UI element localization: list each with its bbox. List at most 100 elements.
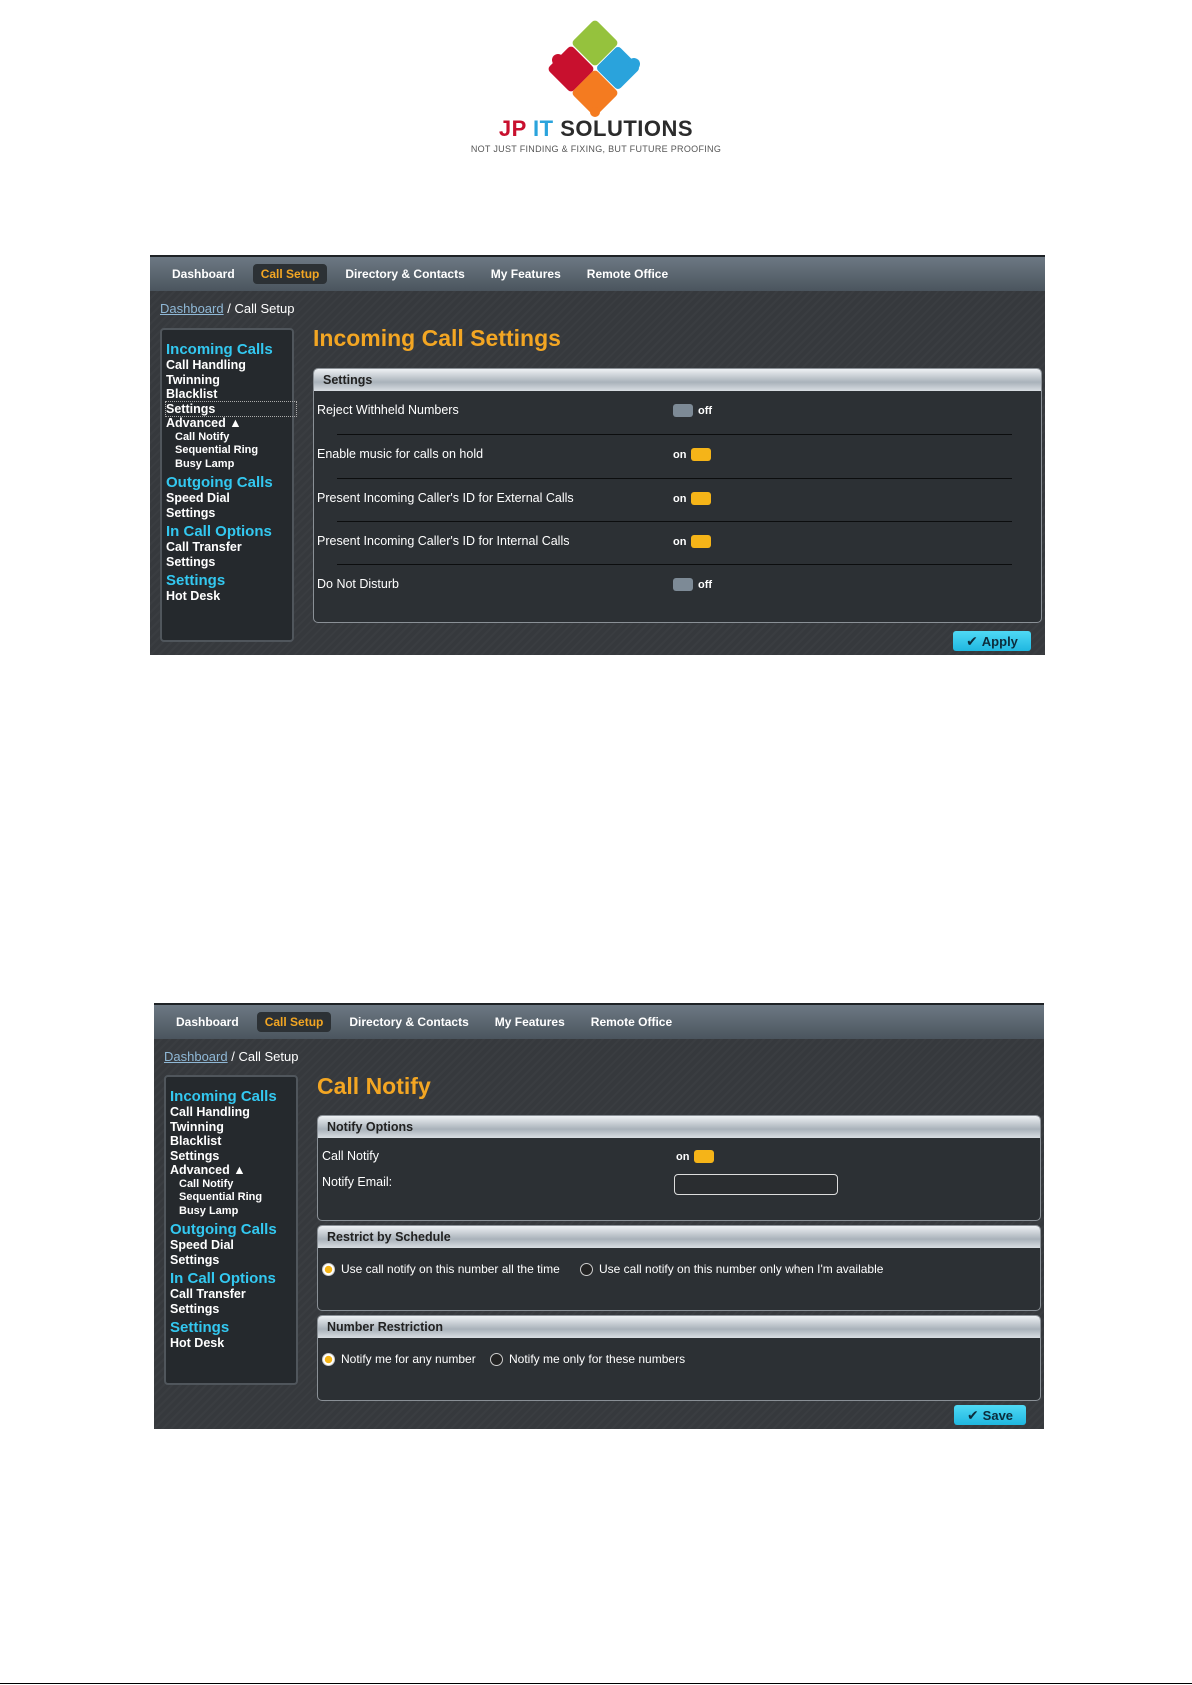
- toggle-state: on: [673, 535, 687, 548]
- sidebar-item-settings[interactable]: Settings: [170, 1149, 296, 1164]
- sidebar-item-hot-desk[interactable]: Hot Desk: [166, 589, 292, 604]
- sidebar-item-blacklist[interactable]: Blacklist: [170, 1134, 296, 1149]
- sidebar-nav: Incoming Calls Call Handling Twinning Bl…: [160, 328, 297, 642]
- sidebar-item-outgoing-settings[interactable]: Settings: [166, 506, 292, 521]
- toggle-knob: [691, 448, 712, 461]
- tab-dashboard[interactable]: Dashboard: [168, 1012, 247, 1032]
- do-not-disturb-label: Do Not Disturb: [317, 577, 399, 591]
- sidebar-group-incoming-calls[interactable]: Incoming Calls: [170, 1088, 296, 1105]
- sidebar-group-settings[interactable]: Settings: [170, 1319, 296, 1336]
- row-divider: [337, 564, 1012, 565]
- notify-options-panel: Notify Options: [317, 1115, 1041, 1221]
- external-caller-id-label: Present Incoming Caller's ID for Externa…: [317, 491, 574, 505]
- do-not-disturb-toggle[interactable]: off: [673, 578, 712, 591]
- breadcrumb: Dashboard / Call Setup: [154, 1039, 1044, 1073]
- reject-withheld-toggle[interactable]: off: [673, 404, 712, 417]
- internal-caller-id-label: Present Incoming Caller's ID for Interna…: [317, 534, 570, 548]
- toggle-knob: [691, 492, 712, 505]
- checkmark-icon: ✔: [966, 632, 978, 649]
- logo-word-jp: JP: [498, 116, 527, 141]
- sidebar-item-sequential-ring[interactable]: Sequential Ring: [170, 1191, 296, 1205]
- sidebar-item-advanced[interactable]: Advanced ▲: [166, 416, 292, 431]
- sidebar-item-call-notify[interactable]: Call Notify: [166, 431, 292, 445]
- notify-these-numbers-option[interactable]: Notify me only for these numbers: [490, 1352, 685, 1366]
- sidebar-group-outgoing-calls[interactable]: Outgoing Calls: [166, 474, 292, 491]
- logo-word-solutions: SOLUTIONS: [560, 116, 694, 141]
- schedule-when-available-option[interactable]: Use call notify on this number only when…: [580, 1262, 883, 1276]
- call-notify-screenshot: Dashboard Call Setup Directory & Contact…: [154, 1003, 1044, 1429]
- tab-directory-contacts[interactable]: Directory & Contacts: [337, 264, 472, 284]
- breadcrumb-dashboard-link[interactable]: Dashboard: [164, 1049, 228, 1064]
- row-divider: [337, 521, 1012, 522]
- sidebar-item-speed-dial[interactable]: Speed Dial: [166, 491, 292, 506]
- sidebar-item-in-call-settings[interactable]: Settings: [170, 1302, 296, 1317]
- tab-my-features[interactable]: My Features: [487, 1012, 573, 1032]
- sidebar-item-settings[interactable]: Settings: [165, 400, 297, 417]
- sidebar-item-call-handling[interactable]: Call Handling: [170, 1105, 296, 1120]
- incoming-call-settings-screenshot: Dashboard Call Setup Directory & Contact…: [150, 255, 1045, 655]
- tab-call-setup[interactable]: Call Setup: [252, 264, 328, 284]
- sidebar-item-twinning[interactable]: Twinning: [170, 1120, 296, 1135]
- tab-my-features[interactable]: My Features: [483, 264, 569, 284]
- notify-any-number-option[interactable]: Notify me for any number: [322, 1352, 476, 1366]
- reject-withheld-label: Reject Withheld Numbers: [317, 403, 459, 417]
- sidebar-nav: Incoming Calls Call Handling Twinning Bl…: [164, 1075, 298, 1385]
- tab-remote-office[interactable]: Remote Office: [583, 1012, 680, 1032]
- toggle-knob: [673, 404, 693, 417]
- toggle-state: on: [676, 1150, 690, 1163]
- number-option-label: Notify me for any number: [341, 1352, 476, 1366]
- row-divider: [337, 478, 1012, 479]
- page-title: Incoming Call Settings: [313, 325, 561, 351]
- sidebar-item-call-transfer[interactable]: Call Transfer: [166, 540, 292, 555]
- apply-button-label: Apply: [981, 633, 1018, 649]
- toggle-state: on: [673, 448, 687, 461]
- sidebar-group-settings[interactable]: Settings: [166, 572, 292, 589]
- schedule-all-time-option[interactable]: Use call notify on this number all the t…: [322, 1262, 560, 1276]
- sidebar-group-in-call-options[interactable]: In Call Options: [166, 523, 292, 540]
- sidebar-group-in-call-options[interactable]: In Call Options: [170, 1270, 296, 1287]
- sidebar-item-twinning[interactable]: Twinning: [166, 373, 292, 388]
- logo-wordmark: JP IT SOLUTIONS: [0, 116, 1192, 142]
- sidebar-item-hot-desk[interactable]: Hot Desk: [170, 1336, 296, 1351]
- sidebar-item-outgoing-settings[interactable]: Settings: [170, 1253, 296, 1268]
- radio-selected-icon: [322, 1352, 335, 1366]
- sidebar-group-incoming-calls[interactable]: Incoming Calls: [166, 341, 292, 358]
- sidebar-item-sequential-ring[interactable]: Sequential Ring: [166, 444, 292, 458]
- company-logo: JP IT SOLUTIONS NOT JUST FINDING & FIXIN…: [0, 20, 1192, 154]
- notify-options-header: Notify Options: [318, 1116, 1040, 1138]
- sidebar-group-outgoing-calls[interactable]: Outgoing Calls: [170, 1221, 296, 1238]
- sidebar-item-in-call-settings[interactable]: Settings: [166, 555, 292, 570]
- sidebar-item-speed-dial[interactable]: Speed Dial: [170, 1238, 296, 1253]
- tab-directory-contacts[interactable]: Directory & Contacts: [341, 1012, 476, 1032]
- logo-tagline: NOT JUST FINDING & FIXING, BUT FUTURE PR…: [470, 144, 722, 154]
- save-button[interactable]: ✔ Save: [954, 1405, 1026, 1425]
- notify-email-input[interactable]: [674, 1174, 838, 1195]
- sidebar-item-blacklist[interactable]: Blacklist: [166, 387, 292, 402]
- number-option-label: Notify me only for these numbers: [509, 1352, 686, 1366]
- call-notify-toggle[interactable]: on: [676, 1150, 715, 1163]
- internal-caller-id-toggle[interactable]: on: [673, 535, 712, 548]
- save-button-label: Save: [982, 1407, 1014, 1423]
- call-notify-label: Call Notify: [322, 1149, 379, 1163]
- sidebar-item-call-handling[interactable]: Call Handling: [166, 358, 292, 373]
- radio-unselected-icon: [490, 1352, 503, 1366]
- tab-dashboard[interactable]: Dashboard: [164, 264, 243, 284]
- logo-word-it: IT: [533, 116, 554, 141]
- page-footer-rule: [0, 1683, 1192, 1684]
- sidebar-item-call-transfer[interactable]: Call Transfer: [170, 1287, 296, 1302]
- apply-button[interactable]: ✔ Apply: [953, 631, 1031, 651]
- sidebar-item-advanced[interactable]: Advanced ▲: [170, 1163, 296, 1178]
- external-caller-id-toggle[interactable]: on: [673, 492, 712, 505]
- music-on-hold-label: Enable music for calls on hold: [317, 447, 484, 461]
- puzzle-logo-icon: [548, 20, 640, 117]
- tab-call-setup[interactable]: Call Setup: [256, 1012, 332, 1032]
- breadcrumb-current: / Call Setup: [227, 1049, 299, 1064]
- settings-panel-header: Settings: [314, 369, 1041, 391]
- sidebar-item-call-notify[interactable]: Call Notify: [170, 1178, 296, 1192]
- sidebar-item-busy-lamp[interactable]: Busy Lamp: [166, 458, 292, 472]
- music-on-hold-toggle[interactable]: on: [673, 448, 712, 461]
- sidebar-item-busy-lamp[interactable]: Busy Lamp: [170, 1205, 296, 1219]
- tab-remote-office[interactable]: Remote Office: [579, 264, 676, 284]
- top-nav: Dashboard Call Setup Directory & Contact…: [154, 1003, 1044, 1039]
- breadcrumb-dashboard-link[interactable]: Dashboard: [160, 301, 224, 316]
